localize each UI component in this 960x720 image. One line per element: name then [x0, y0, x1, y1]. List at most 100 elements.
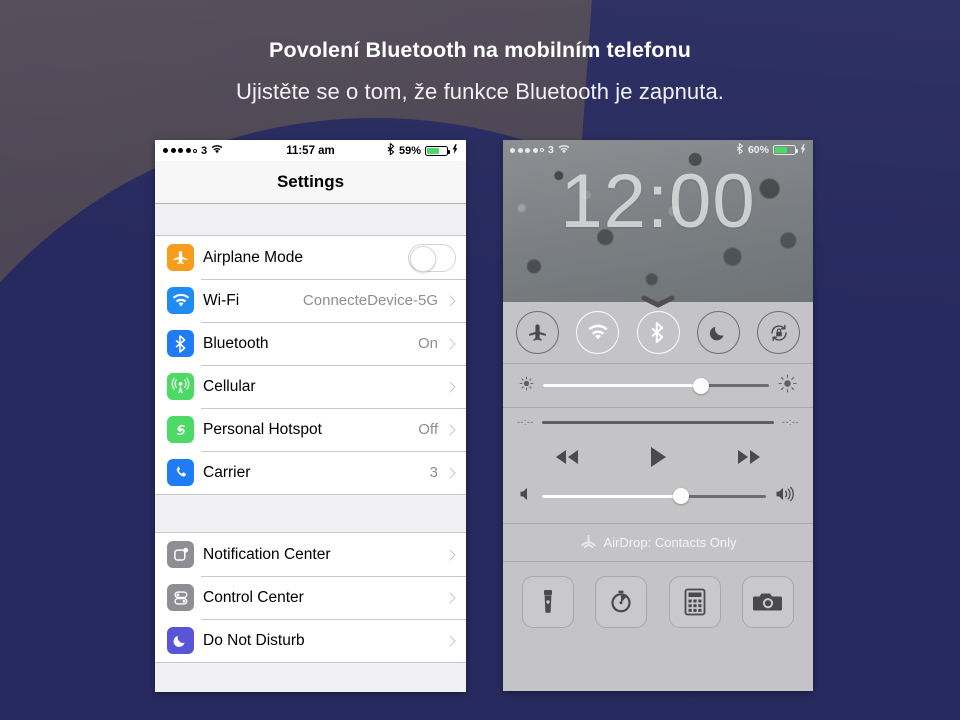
control-center-icon: [167, 584, 194, 611]
chevron-right-icon: [444, 548, 456, 561]
settings-screenshot: 3 11:57 am 59% Settings Airplane Mode Wi…: [155, 140, 466, 692]
chevron-right-icon: [444, 294, 456, 307]
lock-screen-clock: 12:00: [560, 159, 756, 244]
volume-slider-row: [517, 479, 799, 513]
brightness-slider[interactable]: [543, 377, 769, 394]
chevron-right-icon: [444, 337, 456, 350]
volume-high-icon: [775, 486, 797, 507]
control-center-panel: --:-- --:-- AirDrop: Contacts Only: [503, 295, 813, 691]
chevron-right-icon: [444, 466, 456, 479]
media-scrubber[interactable]: [542, 420, 774, 424]
clock-label: 11:57 am: [286, 144, 335, 157]
settings-row-label: Notification Center: [203, 545, 331, 563]
page-subtitle: Ujistěte se o tom, že funkce Bluetooth j…: [235, 79, 725, 104]
media-remaining-time: --:--: [782, 417, 799, 427]
settings-row-cellular[interactable]: Cellular: [155, 365, 466, 408]
signal-strength-dots-icon: [510, 147, 544, 153]
settings-list: Airplane Mode Wi-Fi ConnecteDevice-5G Bl…: [155, 204, 466, 692]
wifi-toggle[interactable]: [576, 311, 620, 354]
notification-center-icon: [167, 541, 194, 568]
brightness-low-icon: [519, 376, 534, 396]
settings-row-label: Control Center: [203, 588, 304, 606]
battery-icon: [424, 145, 450, 156]
volume-mute-icon: [519, 486, 533, 507]
media-elapsed-time: --:--: [517, 417, 534, 427]
settings-row-value: On: [417, 335, 438, 352]
fast-forward-icon[interactable]: [731, 447, 767, 467]
control-center-shortcut-row: [503, 562, 813, 642]
wifi-icon: [211, 144, 223, 157]
calculator-shortcut[interactable]: [668, 576, 721, 628]
flashlight-shortcut[interactable]: [521, 576, 574, 628]
settings-row-do-not-disturb[interactable]: Do Not Disturb: [155, 619, 466, 662]
airplane-mode-switch[interactable]: [408, 243, 456, 272]
battery-percent-label: 60%: [747, 144, 769, 156]
camera-shortcut[interactable]: [742, 576, 795, 628]
rotation-lock-toggle[interactable]: [757, 311, 800, 354]
settings-status-bar: 3 11:57 am 59%: [155, 140, 466, 161]
bluetooth-icon: [387, 142, 395, 158]
airdrop-label: AirDrop: Contacts Only: [603, 535, 737, 550]
chevron-right-icon: [444, 591, 456, 604]
do-not-disturb-toggle[interactable]: [696, 311, 740, 354]
carrier-label: 3: [548, 144, 554, 156]
settings-row-carrier[interactable]: Carrier 3: [155, 451, 466, 494]
settings-row-label: Wi-Fi: [203, 291, 240, 309]
airdrop-row[interactable]: AirDrop: Contacts Only: [503, 524, 813, 562]
chevron-right-icon: [444, 380, 456, 393]
bluetooth-icon: [736, 142, 744, 157]
bluetooth-toggle[interactable]: [636, 311, 680, 354]
control-center-status-bar: 3 60%: [503, 140, 813, 160]
settings-row-value: Off: [418, 421, 438, 438]
control-center-screenshot: 3 60% 12:00 --:-- --:-- AirDrop: Contact…: [503, 140, 813, 691]
settings-row-wifi[interactable]: Wi-Fi ConnecteDevice-5G: [155, 279, 466, 322]
cellular-tower-icon: [167, 373, 194, 400]
settings-row-label: Airplane Mode: [203, 248, 303, 266]
control-center-toggle-row: [503, 302, 813, 364]
settings-row-label: Bluetooth: [203, 334, 269, 352]
settings-row-value: ConnecteDevice-5G: [302, 292, 438, 309]
volume-slider[interactable]: [542, 488, 766, 504]
settings-row-value: 3: [429, 464, 438, 481]
signal-strength-dots-icon: [163, 148, 197, 153]
page-title: Povolení Bluetooth na mobilním telefonu: [269, 38, 691, 62]
settings-row-label: Carrier: [203, 463, 251, 481]
play-icon[interactable]: [648, 445, 668, 469]
settings-group-connectivity: Airplane Mode Wi-Fi ConnecteDevice-5G Bl…: [155, 235, 466, 495]
battery-percent-label: 59%: [398, 144, 421, 157]
lock-screen-wallpaper: 3 60% 12:00: [503, 140, 813, 302]
rewind-icon[interactable]: [549, 447, 585, 467]
media-transport-row: [517, 435, 799, 479]
lightning-bolt-icon: [452, 144, 458, 157]
slide-background: [0, 0, 960, 720]
phone-handset-icon: [167, 459, 194, 486]
bluetooth-icon: [167, 330, 194, 357]
moon-icon: [167, 627, 194, 654]
settings-row-label: Cellular: [203, 377, 256, 395]
airdrop-icon: [580, 533, 597, 553]
media-controls: --:-- --:--: [503, 408, 813, 524]
wifi-icon: [167, 287, 194, 314]
settings-group-system: Notification Center Control Center Do No…: [155, 532, 466, 663]
settings-row-control-center[interactable]: Control Center: [155, 576, 466, 619]
airplane-icon: [167, 244, 194, 271]
airplane-mode-toggle[interactable]: [516, 311, 559, 354]
chevron-right-icon: [444, 634, 456, 647]
settings-row-bluetooth[interactable]: Bluetooth On: [155, 322, 466, 365]
lightning-bolt-icon: [800, 143, 806, 157]
settings-row-notification-center[interactable]: Notification Center: [155, 533, 466, 576]
brightness-high-icon: [778, 373, 797, 398]
media-scrubber-row: --:-- --:--: [517, 417, 799, 427]
hotspot-icon: [167, 416, 194, 443]
settings-row-label: Personal Hotspot: [203, 420, 322, 438]
list-top-spacer: [155, 204, 466, 235]
settings-row-label: Do Not Disturb: [203, 631, 305, 649]
settings-row-personal-hotspot[interactable]: Personal Hotspot Off: [155, 408, 466, 451]
chevron-right-icon: [444, 423, 456, 436]
battery-icon: [772, 145, 798, 155]
brightness-slider-row: [503, 364, 813, 408]
list-group-spacer: [155, 495, 466, 532]
wifi-icon: [558, 144, 570, 157]
timer-shortcut[interactable]: [595, 576, 648, 628]
settings-row-airplane-mode[interactable]: Airplane Mode: [155, 236, 466, 279]
